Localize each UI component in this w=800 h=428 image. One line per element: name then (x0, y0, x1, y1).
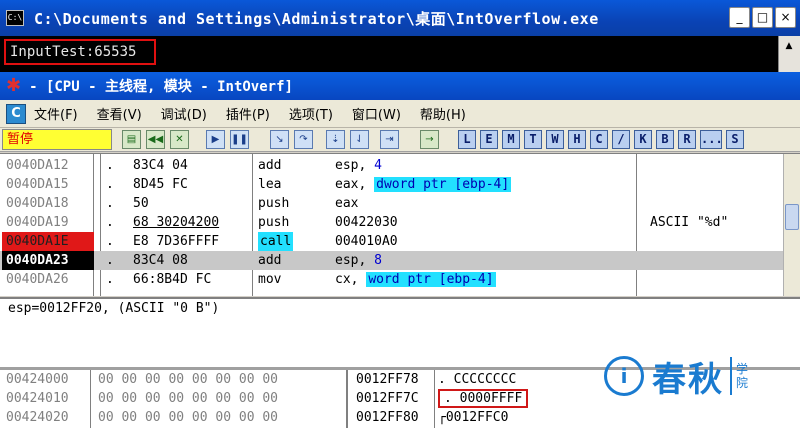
disasm-row[interactable]: 0040DA18 . 50 push eax (0, 194, 800, 213)
menu-help[interactable]: 帮助(H) (420, 104, 466, 123)
debugger-title-bar: ✱ - [CPU - 主线程, 模块 - IntOverf] (0, 72, 800, 100)
menu-debug[interactable]: 调试(D) (161, 104, 207, 123)
bug-icon: ✱ (6, 75, 22, 96)
console-window-title: C:\Documents and Settings\Administrator\… (34, 9, 599, 28)
toolbar-T-button[interactable]: T (524, 130, 542, 149)
toolbar-M-button[interactable]: M (502, 130, 520, 149)
toolbar-E-button[interactable]: E (480, 130, 498, 149)
disassembly-pane[interactable]: 0040DA12 . 83C4 04 add esp, 4 0040DA15 .… (0, 153, 800, 296)
pause-icon[interactable]: ❚❚ (230, 130, 249, 149)
disasm-row[interactable]: 0040DA12 . 83C4 04 add esp, 4 (0, 156, 800, 175)
info-text: esp=0012FF20, (ASCII "0 B") (8, 301, 220, 316)
step-into-icon[interactable]: ↘ (270, 130, 289, 149)
watermark-logo: i 春秋 学院 (604, 352, 800, 400)
brand-logo-icon: i (604, 356, 644, 396)
menu-options[interactable]: 选项(T) (289, 104, 333, 123)
console-title-bar: C:\ C:\Documents and Settings\Administra… (0, 0, 800, 36)
open-icon[interactable]: ▤ (122, 130, 141, 149)
status-indicator: 暂停 (2, 129, 112, 150)
toolbar-L-button[interactable]: L (458, 130, 476, 149)
scroll-up-icon[interactable]: ▲ (782, 40, 796, 52)
trace-into-icon[interactable]: ⇣ (326, 130, 345, 149)
toolbar-B-button[interactable]: B (656, 130, 674, 149)
toolbar-H-button[interactable]: H (568, 130, 586, 149)
menu-file[interactable]: 文件(F) (34, 104, 78, 123)
disasm-row[interactable]: 0040DA15 . 8D45 FC lea eax, dword ptr [e… (0, 175, 800, 194)
debugger-window-title: - [CPU - 主线程, 模块 - IntOverf] (29, 79, 293, 95)
console-output-line: InputTest:65535 (4, 39, 156, 65)
close-button[interactable]: × (775, 7, 796, 28)
scroll-thumb[interactable] (785, 204, 799, 230)
console-output: InputTest:65535 ▲ (0, 36, 800, 72)
memory-dump-pane[interactable]: 00424000 00 00 00 00 00 00 00 00 0042401… (0, 370, 348, 428)
maximize-button[interactable]: □ (752, 7, 773, 28)
menu-bar: C 文件(F) 查看(V) 调试(D) 插件(P) 选项(T) 窗口(W) 帮助… (0, 100, 800, 128)
toolbar-S-button[interactable]: S (726, 130, 744, 149)
disasm-row-current[interactable]: 0040DA23 . 83C4 08 add esp, 8 (0, 251, 800, 270)
disasm-scrollbar[interactable] (783, 154, 800, 296)
toolbar-C-button[interactable]: C (590, 130, 608, 149)
toolbar-R-button[interactable]: R (678, 130, 696, 149)
toolbar-more-button[interactable]: ... (700, 130, 723, 149)
cpu-window-icon[interactable]: C (6, 103, 26, 124)
disasm-row[interactable]: 0040DA26 . 66:8B4D FC mov cx, word ptr [… (0, 270, 800, 289)
toolbar-W-button[interactable]: W (546, 130, 564, 149)
brand-name: 春秋 (652, 359, 724, 400)
console-app-icon: C:\ (6, 10, 24, 26)
close-program-icon[interactable]: ✕ (170, 130, 189, 149)
menu-view[interactable]: 查看(V) (97, 104, 142, 123)
toolbar-slash-button[interactable]: / (612, 130, 630, 149)
step-over-icon[interactable]: ↷ (294, 130, 313, 149)
minimize-button[interactable]: _ (729, 7, 750, 28)
console-scrollbar[interactable]: ▲ (778, 36, 800, 72)
restart-icon[interactable]: ◀◀ (146, 130, 165, 149)
toolbar: 暂停 ▤ ◀◀ ✕ ▶ ❚❚ ↘ ↷ ⇣ ⇃ ⇥ → L E M T W H C… (0, 128, 800, 152)
menu-window[interactable]: 窗口(W) (352, 104, 401, 123)
disasm-row[interactable]: 0040DA19 . 68 30204200 push 00422030 ASC… (0, 213, 800, 232)
run-icon[interactable]: ▶ (206, 130, 225, 149)
disasm-row-breakpoint[interactable]: 0040DA1E . E8 7D36FFFF call 004010A0 (0, 232, 800, 251)
trace-over-icon[interactable]: ⇃ (350, 130, 369, 149)
brand-suffix: 学院 (736, 362, 749, 390)
menu-plugins[interactable]: 插件(P) (226, 104, 270, 123)
execute-till-return-icon[interactable]: ⇥ (380, 130, 399, 149)
toolbar-K-button[interactable]: K (634, 130, 652, 149)
goto-icon[interactable]: → (420, 130, 439, 149)
